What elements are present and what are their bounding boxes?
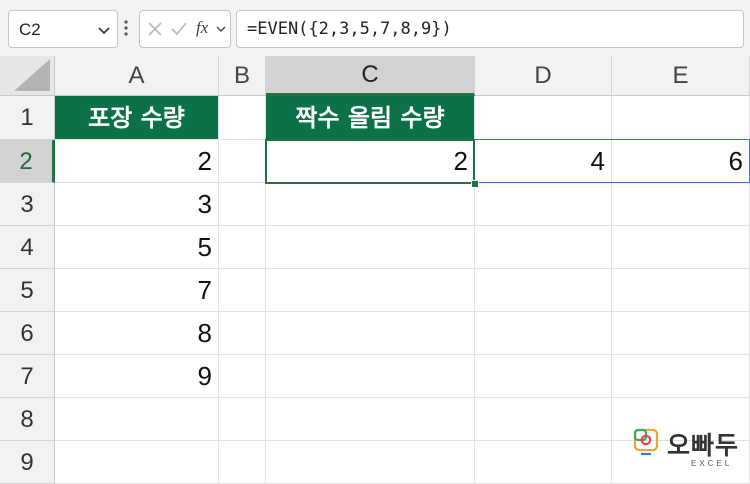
column-header-d[interactable]: D: [475, 56, 612, 96]
formula-bar: C2 fx =EVEN({2,3,5,7,8,9}): [0, 0, 750, 56]
name-box[interactable]: C2: [8, 10, 118, 48]
cell-b3[interactable]: [219, 183, 266, 226]
insert-function-button[interactable]: fx: [196, 18, 208, 38]
select-all-triangle-icon: [14, 59, 50, 91]
cell-e4[interactable]: [612, 226, 750, 269]
cell-b4[interactable]: [219, 226, 266, 269]
row-header-6[interactable]: 6: [0, 312, 55, 355]
cell-a2[interactable]: 2: [55, 140, 219, 183]
cell-b5[interactable]: [219, 269, 266, 312]
cell-d9[interactable]: [475, 441, 612, 484]
cancel-icon[interactable]: [146, 20, 164, 38]
cell-d3[interactable]: [475, 183, 612, 226]
row-header-9[interactable]: 9: [0, 441, 55, 484]
row-header-3[interactable]: 3: [0, 183, 55, 226]
cell-d6[interactable]: [475, 312, 612, 355]
cell-d4[interactable]: [475, 226, 612, 269]
row-header-5[interactable]: 5: [0, 269, 55, 312]
cell-c9[interactable]: [266, 441, 475, 484]
cell-c3[interactable]: [266, 183, 475, 226]
cell-b1[interactable]: [219, 96, 266, 140]
cell-b7[interactable]: [219, 355, 266, 398]
cell-a8[interactable]: [55, 398, 219, 441]
cell-c4[interactable]: [266, 226, 475, 269]
cell-d8[interactable]: [475, 398, 612, 441]
chevron-down-icon[interactable]: [97, 23, 111, 37]
cell-e5[interactable]: [612, 269, 750, 312]
cell-c5[interactable]: [266, 269, 475, 312]
select-all-button[interactable]: [0, 56, 55, 96]
cell-d1[interactable]: [475, 96, 612, 140]
row-header-7[interactable]: 7: [0, 355, 55, 398]
watermark-brand: 오빠두: [667, 431, 740, 460]
cell-e3[interactable]: [612, 183, 750, 226]
cell-b9[interactable]: [219, 441, 266, 484]
fill-handle[interactable]: [471, 180, 479, 188]
cell-a3[interactable]: 3: [55, 183, 219, 226]
cell-b6[interactable]: [219, 312, 266, 355]
cell-e6[interactable]: [612, 312, 750, 355]
column-header-c[interactable]: C: [266, 56, 475, 96]
row-header-2[interactable]: 2: [0, 140, 55, 183]
column-header-e[interactable]: E: [612, 56, 750, 96]
cell-e1[interactable]: [612, 96, 750, 140]
cell-a6[interactable]: 8: [55, 312, 219, 355]
cell-a9[interactable]: [55, 441, 219, 484]
cell-e2[interactable]: 6: [612, 140, 750, 183]
cell-c2[interactable]: 2: [266, 140, 475, 183]
chevron-down-icon[interactable]: [215, 23, 227, 35]
cell-c6[interactable]: [266, 312, 475, 355]
cell-b2[interactable]: [219, 140, 266, 183]
cell-b8[interactable]: [219, 398, 266, 441]
cell-c7[interactable]: [266, 355, 475, 398]
row-header-4[interactable]: 4: [0, 226, 55, 269]
oppadu-logo-icon: [633, 428, 659, 456]
more-options-icon[interactable]: [123, 18, 129, 38]
cell-a7[interactable]: 9: [55, 355, 219, 398]
cell-c8[interactable]: [266, 398, 475, 441]
watermark-sub: EXCEL: [691, 459, 733, 468]
formula-text: =EVEN({2,3,5,7,8,9}): [247, 19, 452, 39]
enter-icon[interactable]: [170, 20, 188, 38]
formula-input[interactable]: =EVEN({2,3,5,7,8,9}): [236, 10, 744, 48]
column-header-a[interactable]: A: [55, 56, 219, 96]
watermark-logo: 오빠두 EXCEL: [633, 428, 743, 476]
formula-buttons: fx: [139, 10, 231, 48]
column-header-b[interactable]: B: [219, 56, 266, 96]
cell-a1[interactable]: 포장 수량: [55, 96, 219, 140]
cell-a4[interactable]: 5: [55, 226, 219, 269]
name-box-value: C2: [19, 20, 41, 39]
cell-c1[interactable]: 짝수 올림 수량: [266, 96, 475, 140]
cell-d7[interactable]: [475, 355, 612, 398]
cell-e7[interactable]: [612, 355, 750, 398]
cell-d5[interactable]: [475, 269, 612, 312]
cell-d2[interactable]: 4: [475, 140, 612, 183]
row-header-1[interactable]: 1: [0, 96, 55, 140]
cell-a5[interactable]: 7: [55, 269, 219, 312]
row-header-8[interactable]: 8: [0, 398, 55, 441]
